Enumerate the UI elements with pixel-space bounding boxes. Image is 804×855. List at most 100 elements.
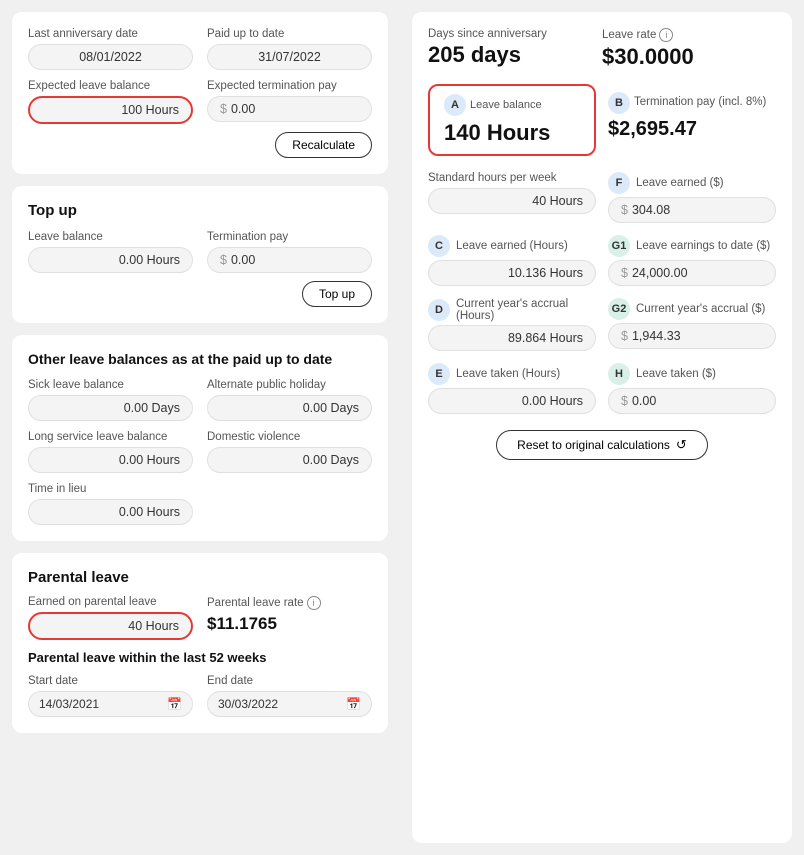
leave-taken-dollars-value[interactable]: $ 0.00 xyxy=(608,388,776,414)
start-date-calendar-icon: 📅 xyxy=(167,697,182,711)
top-section-card: Last anniversary date 08/01/2022 Paid up… xyxy=(12,12,388,174)
current-year-accrual-dollars-label: Current year's accrual ($) xyxy=(636,303,765,315)
parental-leave-rate-info-icon[interactable]: i xyxy=(307,596,321,610)
days-since-anniversary-value: 205 days xyxy=(428,42,602,68)
sick-leave-value[interactable]: 0.00 Days xyxy=(28,395,193,421)
end-date-field: End date 30/03/2022 📅 xyxy=(207,675,372,717)
leave-taken-hours-field: E Leave taken (Hours) 0.00 Hours xyxy=(428,363,596,414)
topup-leave-balance-label: Leave balance xyxy=(28,231,193,243)
leave-rate-label: Leave rate i xyxy=(602,28,776,42)
leave-rate-stat: Leave rate i $30.0000 xyxy=(602,28,776,70)
paid-up-to-date-value[interactable]: 31/07/2022 xyxy=(207,44,372,70)
topup-termination-pay-field: Termination pay $ 0.00 xyxy=(207,231,372,273)
leave-balance-box: A Leave balance 140 Hours xyxy=(428,84,596,156)
reset-button[interactable]: Reset to original calculations ↺ xyxy=(496,430,708,460)
expected-termination-pay-value[interactable]: $ 0.00 xyxy=(207,96,372,122)
leave-taken-dollars-badge: H xyxy=(608,363,630,385)
topup-button[interactable]: Top up xyxy=(302,281,372,307)
leave-earned-hours-label: Leave earned (Hours) xyxy=(456,240,568,252)
current-year-accrual-dollars-field: G2 Current year's accrual ($) $ 1,944.33 xyxy=(608,298,776,351)
topup-leave-balance-value[interactable]: 0.00 Hours xyxy=(28,247,193,273)
leave-earned-dollars-value[interactable]: $ 304.08 xyxy=(608,197,776,223)
leave-earned-dollar-amount: 304.08 xyxy=(632,203,670,217)
parental-leave-rate-label: Parental leave rate i xyxy=(207,596,372,610)
termination-pay-stat: B Termination pay (incl. 8%) $2,695.47 xyxy=(608,84,776,156)
long-service-leave-label: Long service leave balance xyxy=(28,431,193,443)
leave-taken-dollars-header: H Leave taken ($) xyxy=(608,363,776,385)
standard-hours-field: Standard hours per week 40 Hours xyxy=(428,172,596,223)
topup-leave-balance-field: Leave balance 0.00 Hours xyxy=(28,231,193,273)
right-inner-card: Days since anniversary 205 days Leave ra… xyxy=(412,12,792,843)
current-year-accrual-dollars-header: G2 Current year's accrual ($) xyxy=(608,298,776,320)
start-date-field: Start date 14/03/2021 📅 xyxy=(28,675,193,717)
top-stats: Days since anniversary 205 days Leave ra… xyxy=(428,28,776,70)
topup-termination-pay-value[interactable]: $ 0.00 xyxy=(207,247,372,273)
current-year-accrual-dollars-value[interactable]: $ 1,944.33 xyxy=(608,323,776,349)
time-in-lieu-field: Time in lieu 0.00 Hours xyxy=(28,483,193,525)
alt-public-holiday-value[interactable]: 0.00 Days xyxy=(207,395,372,421)
leave-earned-dollars-label: Leave earned ($) xyxy=(636,177,724,189)
days-since-anniversary-stat: Days since anniversary 205 days xyxy=(428,28,602,70)
sick-leave-field: Sick leave balance 0.00 Days xyxy=(28,379,193,421)
leave-taken-hours-badge: E xyxy=(428,363,450,385)
accrual-dollar-amount: 1,944.33 xyxy=(632,329,681,343)
leave-earned-hours-value[interactable]: 10.136 Hours xyxy=(428,260,596,286)
expected-leave-balance-field: Expected leave balance 100 Hours xyxy=(28,80,193,124)
sick-leave-label: Sick leave balance xyxy=(28,379,193,391)
long-service-leave-field: Long service leave balance 0.00 Hours xyxy=(28,431,193,473)
current-year-accrual-dollars-badge: G2 xyxy=(608,298,630,320)
termination-pay-value: $2,695.47 xyxy=(608,118,776,141)
long-service-leave-value[interactable]: 0.00 Hours xyxy=(28,447,193,473)
paid-up-to-date-field: Paid up to date 31/07/2022 xyxy=(207,28,372,70)
leave-taken-dollar-sym: $ xyxy=(621,394,628,408)
right-panel: Days since anniversary 205 days Leave ra… xyxy=(400,0,804,855)
current-year-accrual-hours-header: D Current year's accrual (Hours) xyxy=(428,298,596,322)
current-year-accrual-hours-value[interactable]: 89.864 Hours xyxy=(428,325,596,351)
topup-dollar-symbol: $ xyxy=(220,253,227,267)
accrual-dollar-sym: $ xyxy=(621,329,628,343)
parental-leave-card: Parental leave Earned on parental leave … xyxy=(12,553,388,733)
leave-rate-info-icon[interactable]: i xyxy=(659,28,673,42)
end-date-label: End date xyxy=(207,675,372,687)
leave-balance-badge: A xyxy=(444,94,466,116)
days-since-anniversary-label: Days since anniversary xyxy=(428,28,602,40)
expected-leave-balance-label: Expected leave balance xyxy=(28,80,193,92)
last-anniversary-label: Last anniversary date xyxy=(28,28,193,40)
leave-earnings-to-date-value[interactable]: $ 24,000.00 xyxy=(608,260,776,286)
start-date-input[interactable]: 14/03/2021 📅 xyxy=(28,691,193,717)
current-year-accrual-hours-badge: D xyxy=(428,299,450,321)
domestic-violence-value[interactable]: 0.00 Days xyxy=(207,447,372,473)
standard-hours-value[interactable]: 40 Hours xyxy=(428,188,596,214)
leave-earned-hours-header: C Leave earned (Hours) xyxy=(428,235,596,257)
leave-earnings-dollar-sym: $ xyxy=(621,266,628,280)
leave-earnings-to-date-field: G1 Leave earnings to date ($) $ 24,000.0… xyxy=(608,235,776,286)
current-year-accrual-hours-label: Current year's accrual (Hours) xyxy=(456,298,596,322)
end-date-calendar-icon: 📅 xyxy=(346,697,361,711)
earned-on-parental-leave-value[interactable]: 40 Hours xyxy=(28,612,193,640)
end-date-input[interactable]: 30/03/2022 📅 xyxy=(207,691,372,717)
start-date-label: Start date xyxy=(28,675,193,687)
time-in-lieu-value[interactable]: 0.00 Hours xyxy=(28,499,193,525)
reset-icon: ↺ xyxy=(676,437,687,453)
leave-earned-dollars-field: F Leave earned ($) $ 304.08 xyxy=(608,172,776,223)
leave-earned-dollars-header: F Leave earned ($) xyxy=(608,172,776,194)
leave-earnings-to-date-label: Leave earnings to date ($) xyxy=(636,240,770,252)
current-year-accrual-hours-field: D Current year's accrual (Hours) 89.864 … xyxy=(428,298,596,351)
dollar-symbol: $ xyxy=(220,102,227,116)
leave-earned-hours-badge: C xyxy=(428,235,450,257)
expected-leave-balance-value[interactable]: 100 Hours xyxy=(28,96,193,124)
leave-taken-hours-value[interactable]: 0.00 Hours xyxy=(428,388,596,414)
leave-rate-value: $30.0000 xyxy=(602,44,776,70)
left-panel: Last anniversary date 08/01/2022 Paid up… xyxy=(0,0,400,855)
termination-pay-badge: B xyxy=(608,92,630,114)
recalculate-button[interactable]: Recalculate xyxy=(275,132,372,158)
parental-leave-rate-value: $11.1765 xyxy=(207,614,372,634)
topup-card: Top up Leave balance 0.00 Hours Terminat… xyxy=(12,186,388,323)
topup-pay-amount: 0.00 xyxy=(231,253,255,267)
expected-termination-pay-field: Expected termination pay $ 0.00 xyxy=(207,80,372,124)
leave-balance-value: 140 Hours xyxy=(444,120,580,146)
last-anniversary-value[interactable]: 08/01/2022 xyxy=(28,44,193,70)
end-date-value: 30/03/2022 xyxy=(218,697,278,711)
other-leave-card: Other leave balances as at the paid up t… xyxy=(12,335,388,541)
expected-termination-pay-label: Expected termination pay xyxy=(207,80,372,92)
